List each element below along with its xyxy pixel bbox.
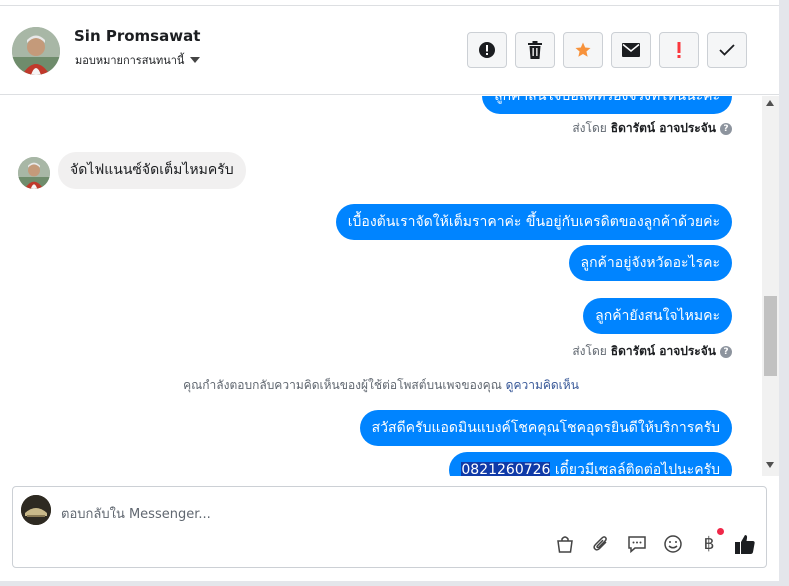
follow-up-button[interactable] — [659, 32, 699, 68]
shopping-bag-button[interactable] — [554, 533, 576, 555]
scroll-thumb[interactable] — [764, 296, 777, 376]
mark-unread-button[interactable] — [611, 32, 651, 68]
emoji-button[interactable] — [662, 533, 684, 555]
notification-dot — [717, 528, 724, 535]
assign-label: มอบหมายการสนทนานี้ — [75, 54, 185, 67]
conversation-actions — [467, 32, 747, 68]
bottom-strip — [0, 581, 789, 586]
message-outgoing: ลูกค้าสนใจบ้อลัดทรองจริงที่ไหนนะคะ — [482, 96, 732, 114]
message-outgoing: ลูกค้ายังสนใจไหมคะ — [583, 298, 732, 334]
comment-reply-notice: คุณกำลังตอบกลับความคิดเห็นของผู้ใช้ต่อโพ… — [183, 378, 579, 392]
chevron-down-icon — [190, 57, 201, 63]
exclamation-icon — [677, 42, 681, 58]
check-icon — [719, 44, 735, 56]
scroll-up-arrow-icon[interactable] — [766, 100, 774, 106]
delete-button[interactable] — [515, 32, 555, 68]
thread-scrollbar[interactable] — [762, 96, 779, 476]
message-incoming: จัดไฟแนนซ์จัดเต็มไหมครับ — [58, 152, 246, 189]
trash-icon — [528, 41, 542, 59]
payment-button[interactable]: ฿ — [698, 528, 724, 555]
sent-by-label: ส่งโดย ธิดารัตน์ อาจประจัน ? — [572, 119, 732, 138]
bag-icon — [557, 536, 573, 553]
page-avatar — [21, 495, 51, 525]
smiley-icon — [664, 535, 682, 553]
message-outgoing: สวัสดีครับแอดมินแบงค์โชคคุณโชคอุดรยินดีใ… — [359, 410, 732, 446]
contact-avatar-small — [18, 157, 50, 189]
view-comment-link[interactable]: ดูความคิดเห็น — [506, 378, 579, 392]
star-icon — [575, 42, 591, 57]
composer-tools: ฿ — [554, 528, 756, 555]
message-outgoing: 0821260726 เดี๋ยวมีเซลล์ติดต่อไปนะครับ — [449, 452, 732, 476]
scroll-down-arrow-icon[interactable] — [766, 462, 774, 468]
conversation-panel: Sin Promsawat มอบหมายการสนทนานี้ ลูกค้าส… — [0, 0, 779, 586]
baht-icon: ฿ — [703, 534, 715, 554]
assign-conversation-dropdown[interactable]: มอบหมายการสนทนานี้ — [75, 51, 201, 69]
chat-bubble-icon — [628, 536, 646, 554]
reply-input[interactable]: ตอบกลับใน Messenger... — [61, 503, 211, 524]
mark-spam-button[interactable] — [467, 32, 507, 68]
star-button[interactable] — [563, 32, 603, 68]
message-outgoing: ลูกค้าอยู่จังหวัดอะไรคะ — [568, 245, 732, 281]
message-thread[interactable]: ลูกค้าสนใจบ้อลัดทรองจริงที่ไหนนะคะ ส่งโด… — [0, 96, 762, 476]
conversation-header: Sin Promsawat มอบหมายการสนทนานี้ — [0, 6, 779, 95]
help-icon[interactable]: ? — [720, 122, 732, 135]
like-button[interactable] — [734, 533, 756, 555]
paperclip-icon — [593, 536, 607, 551]
envelope-icon — [622, 43, 640, 57]
attach-button[interactable] — [590, 533, 612, 555]
thumbs-up-icon — [735, 535, 755, 554]
contact-name[interactable]: Sin Promsawat — [74, 27, 200, 45]
saved-replies-button[interactable] — [626, 533, 648, 555]
message-outgoing: เบื้องต้นเราจัดให้เต็มราคาค่ะ ขึ้นอยู่กั… — [335, 204, 732, 240]
highlighted-phone-number: 0821260726 — [461, 462, 551, 476]
sent-by-label: ส่งโดย ธิดารัตน์ อาจประจัน ? — [572, 342, 732, 361]
reply-composer[interactable]: ตอบกลับใน Messenger... ฿ — [12, 486, 767, 568]
mark-done-button[interactable] — [707, 32, 747, 68]
alert-circle-icon — [479, 42, 495, 58]
contact-avatar[interactable] — [12, 27, 60, 75]
help-icon[interactable]: ? — [720, 345, 732, 358]
